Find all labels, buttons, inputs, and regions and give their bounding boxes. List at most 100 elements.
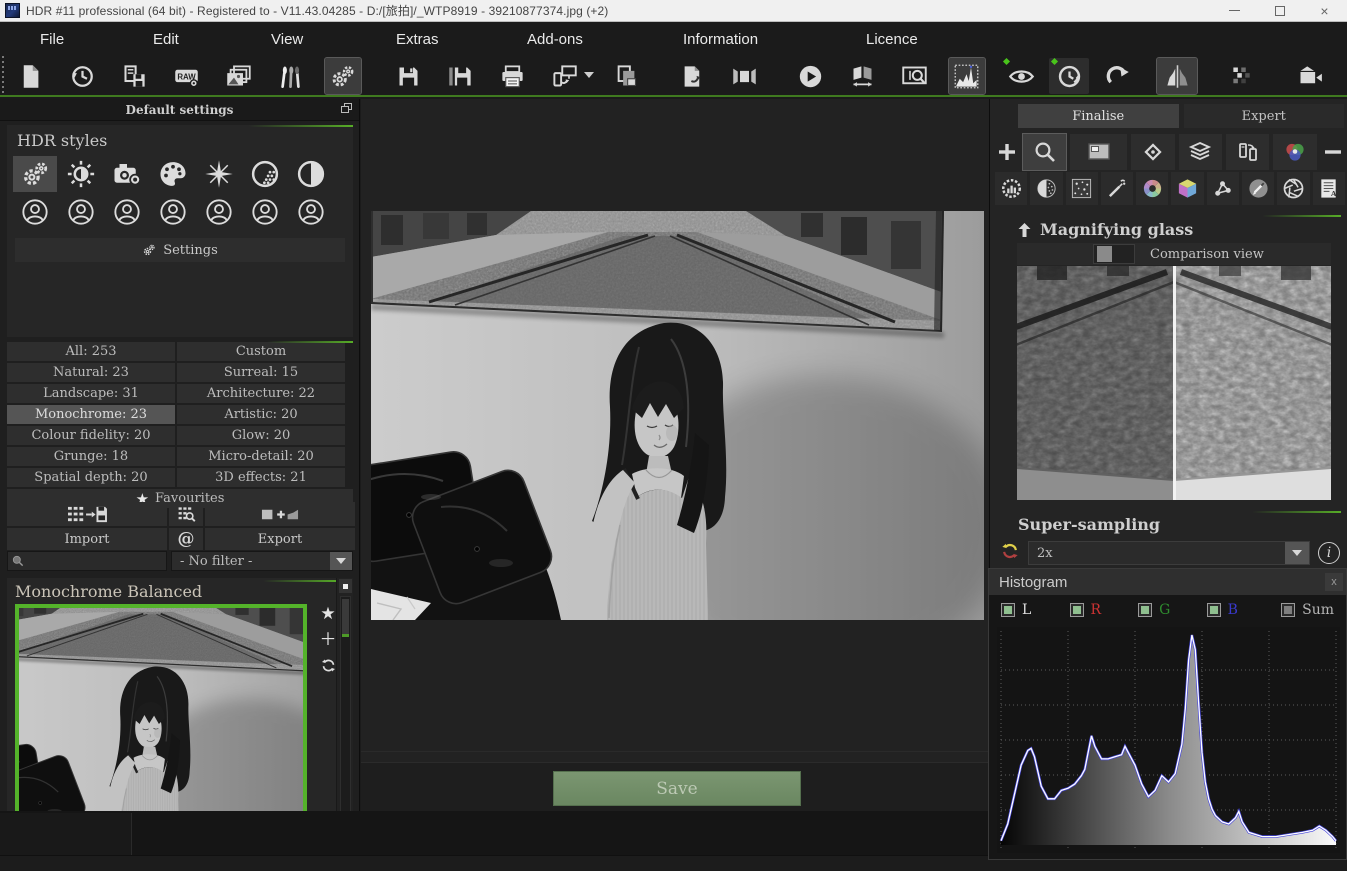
- style-contrast-sun-icon[interactable]: [59, 156, 103, 192]
- export-button[interactable]: Export: [205, 528, 355, 550]
- category-colour-fidelity[interactable]: Colour fidelity: 20: [7, 426, 175, 445]
- menu-licence[interactable]: Licence: [866, 22, 918, 57]
- colour-cube-tool[interactable]: [1171, 172, 1203, 205]
- raw-settings-button[interactable]: [168, 58, 204, 94]
- brush-tool[interactable]: [1242, 172, 1274, 205]
- user-style-icon[interactable]: [105, 194, 149, 230]
- user-style-icon[interactable]: [197, 194, 241, 230]
- save-button-toolbar[interactable]: [391, 58, 427, 94]
- text-document-tool[interactable]: [1313, 172, 1345, 205]
- magnifying-glass-header[interactable]: Magnifying glass: [1018, 220, 1193, 239]
- send-to-device-button[interactable]: [547, 58, 583, 94]
- gears-settings-button[interactable]: [325, 58, 361, 94]
- rgb-channels-tool[interactable]: [1273, 134, 1316, 170]
- super-sampling-dropdown[interactable]: 2x: [1028, 541, 1310, 565]
- magnifying-glass-tool[interactable]: [1023, 134, 1066, 170]
- panorama-view-button[interactable]: [727, 58, 763, 94]
- channel-r[interactable]: R: [1070, 602, 1139, 618]
- histogram-header[interactable]: Histogram x: [989, 569, 1346, 595]
- category-landscape[interactable]: Landscape: 31: [7, 384, 175, 403]
- user-style-icon[interactable]: [151, 194, 195, 230]
- category-monochrome[interactable]: Monochrome: 23: [7, 405, 175, 424]
- aperture-tool[interactable]: [1277, 172, 1309, 205]
- image-gallery-button[interactable]: [220, 58, 256, 94]
- menu-information[interactable]: Information: [683, 22, 758, 57]
- compare-width-button[interactable]: [845, 58, 881, 94]
- close-button[interactable]: ×: [1302, 0, 1347, 21]
- style-gears-icon[interactable]: [13, 156, 57, 192]
- web-presets-button[interactable]: @: [169, 528, 203, 550]
- batch-panels-tool[interactable]: [1226, 134, 1269, 170]
- undock-panel-icon[interactable]: [341, 103, 352, 114]
- checkbox[interactable]: [1138, 603, 1152, 617]
- menu-edit[interactable]: Edit: [153, 22, 179, 57]
- preset-thumbnail-monochrome-balanced[interactable]: [15, 604, 307, 841]
- menu-view[interactable]: View: [271, 22, 303, 57]
- favourite-star-icon[interactable]: ★: [320, 605, 335, 622]
- picture-in-picture-tool[interactable]: [1070, 134, 1127, 170]
- camera-export-button[interactable]: [1289, 58, 1329, 94]
- tab-finalise[interactable]: Finalise: [1018, 104, 1179, 128]
- category-spatial-depth[interactable]: Spatial depth: 20: [7, 468, 175, 487]
- view-magnifier-button[interactable]: [897, 58, 933, 94]
- history-button[interactable]: [64, 58, 100, 94]
- menu-add-ons[interactable]: Add-ons: [527, 22, 583, 57]
- filter-dropdown[interactable]: - No filter -: [171, 551, 353, 571]
- category-3d-effects[interactable]: 3D effects: 21: [177, 468, 345, 487]
- style-camera-icon[interactable]: [105, 156, 149, 192]
- histogram-view-button[interactable]: [949, 58, 985, 94]
- chevron-down-icon[interactable]: [1285, 542, 1309, 564]
- flip-horizontal-button[interactable]: [1157, 58, 1197, 94]
- colour-wheel-tool[interactable]: [1136, 172, 1168, 205]
- category-artistic[interactable]: Artistic: 20: [177, 405, 345, 424]
- category-surreal[interactable]: Surreal: 15: [177, 363, 345, 382]
- category-natural[interactable]: Natural: 23: [7, 363, 175, 382]
- category-glow[interactable]: Glow: 20: [177, 426, 345, 445]
- info-icon[interactable]: i: [1318, 542, 1340, 564]
- presets-panel-header[interactable]: Default settings: [0, 99, 359, 121]
- checkbox[interactable]: [1281, 603, 1295, 617]
- remove-preset-button[interactable]: [1321, 134, 1345, 170]
- channel-sum[interactable]: Sum: [1281, 602, 1334, 618]
- checkbox[interactable]: [1001, 603, 1015, 617]
- comparison-view[interactable]: [1017, 266, 1331, 500]
- preview-eye-button[interactable]: [1001, 58, 1041, 94]
- resample-refresh-icon[interactable]: [1000, 541, 1020, 566]
- channel-b[interactable]: B: [1207, 602, 1276, 618]
- close-icon[interactable]: x: [1325, 573, 1343, 591]
- category-custom[interactable]: Custom: [177, 342, 345, 361]
- preset-search-field[interactable]: [7, 551, 167, 571]
- maximize-button[interactable]: [1257, 0, 1302, 21]
- scrollbar-thumb[interactable]: [342, 599, 349, 637]
- checker-pattern-button[interactable]: [1223, 58, 1263, 94]
- node-link-tool[interactable]: [1207, 172, 1239, 205]
- point-of-interest-tool[interactable]: [1131, 134, 1174, 170]
- comparison-toggle[interactable]: [1093, 244, 1135, 264]
- scroll-up-button[interactable]: [339, 579, 352, 593]
- redo-button[interactable]: [1097, 58, 1137, 94]
- gradient-sphere-tool[interactable]: [1030, 172, 1062, 205]
- import-button[interactable]: Import: [7, 528, 167, 550]
- user-style-icon[interactable]: [59, 194, 103, 230]
- settings-button[interactable]: Settings: [15, 238, 345, 262]
- style-palette-icon[interactable]: [151, 156, 195, 192]
- collapse-up-icon[interactable]: [1018, 223, 1031, 237]
- save-button[interactable]: Save: [553, 771, 801, 806]
- chevron-down-icon[interactable]: [330, 552, 352, 570]
- print-button[interactable]: [495, 58, 531, 94]
- style-sparkle-icon[interactable]: [197, 156, 241, 192]
- preset-browser-icon[interactable]: [169, 502, 203, 526]
- category-micro-detail[interactable]: Micro-detail: 20: [177, 447, 345, 466]
- style-globe-dots-icon[interactable]: [243, 156, 287, 192]
- new-file-button[interactable]: [12, 58, 48, 94]
- titlebar[interactable]: HDR #11 professional (64 bit) - Register…: [0, 0, 1347, 22]
- retouch-wand-tool[interactable]: [1101, 172, 1133, 205]
- histogram-plot[interactable]: [997, 627, 1340, 853]
- toggle-handle[interactable]: [1097, 246, 1112, 262]
- sync-preset-icon[interactable]: [320, 657, 337, 674]
- checkbox[interactable]: [1070, 603, 1084, 617]
- denoise-dots-tool[interactable]: [1066, 172, 1098, 205]
- toolbar-drag-handle[interactable]: [0, 56, 6, 96]
- channel-g[interactable]: G: [1138, 602, 1207, 618]
- menu-file[interactable]: File: [40, 22, 64, 57]
